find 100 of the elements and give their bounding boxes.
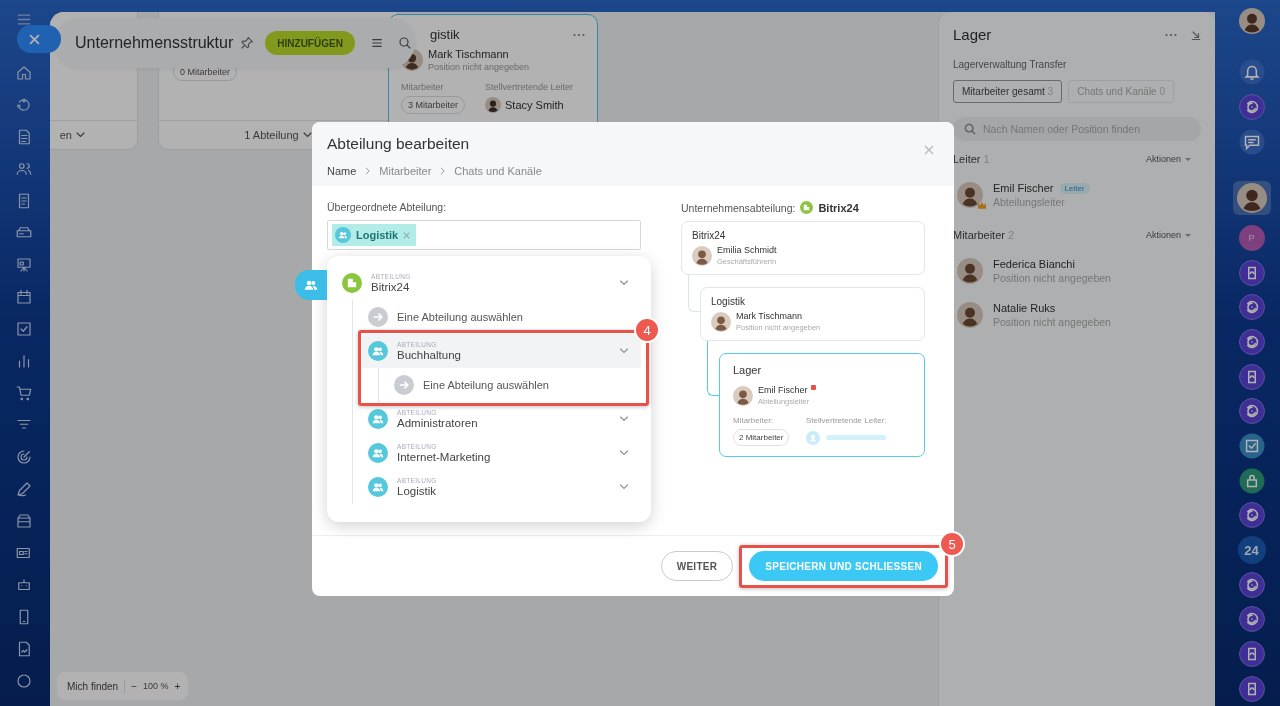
person-name: Mark Tischmann <box>428 48 510 60</box>
more-icon[interactable] <box>573 32 585 37</box>
lock-icon[interactable] <box>1238 467 1265 494</box>
select-department-option[interactable]: Eine Abteilung auswählen <box>388 368 641 402</box>
department-tag[interactable]: Logistik <box>332 224 417 246</box>
close-button[interactable] <box>17 25 61 53</box>
step-number: 5 <box>939 531 965 557</box>
avatar <box>711 311 731 332</box>
panel-subtitle: Lagerverwaltung Transfer <box>953 59 1068 70</box>
field-label: Unternehmensabteilung: <box>681 201 796 214</box>
people-icon <box>335 227 351 243</box>
chevron-icon[interactable] <box>619 280 629 286</box>
avatar <box>485 97 501 113</box>
cycle-icon[interactable] <box>1238 502 1265 529</box>
person-name[interactable]: Emil Fischer <box>993 182 1054 194</box>
cycle-icon[interactable] <box>1238 606 1265 633</box>
people-icon <box>368 477 388 497</box>
step-link[interactable]: Name <box>327 165 357 177</box>
people-icon <box>368 409 388 429</box>
calendar-icon[interactable] <box>15 288 33 306</box>
cycle-icon[interactable] <box>1238 94 1265 120</box>
chevron-icon[interactable] <box>302 132 312 138</box>
building-icon <box>800 201 814 214</box>
box-icon[interactable] <box>15 512 33 530</box>
collapse-icon[interactable] <box>1191 29 1201 40</box>
field-label: Mitarbeiter: <box>733 416 774 425</box>
chevron-icon <box>365 167 371 175</box>
avatar <box>692 245 712 266</box>
presentation-icon[interactable] <box>15 256 33 274</box>
person-position: Abteilungsleiter <box>993 196 1066 208</box>
parent-department-field[interactable]: Logistik <box>327 220 641 250</box>
book-icon[interactable] <box>1238 259 1265 286</box>
step-link[interactable]: Chats und Kanäle <box>454 165 542 177</box>
bell-icon[interactable] <box>1238 59 1265 86</box>
next-button[interactable]: WEITER <box>660 551 734 581</box>
close-icon <box>29 33 40 45</box>
person-position: Position nicht angegeben <box>993 272 1111 284</box>
person-name: Emil Fischer <box>758 385 809 395</box>
subdepartment-toggle[interactable]: 1 Abteilung <box>244 129 299 141</box>
people-icon[interactable] <box>15 160 33 178</box>
avatar <box>733 385 753 406</box>
chevron-icon[interactable] <box>76 132 85 138</box>
people-icon <box>368 443 388 463</box>
cart-icon[interactable] <box>15 384 33 402</box>
building-icon <box>342 273 362 293</box>
person-name: Emilia Schmidt <box>717 245 777 255</box>
home-icon[interactable] <box>15 64 33 82</box>
chevron-icon <box>440 167 446 175</box>
chevron-icon[interactable] <box>619 484 629 490</box>
book-icon[interactable] <box>1238 363 1265 390</box>
checkbox-icon[interactable] <box>15 320 33 338</box>
step-link[interactable]: Mitarbeiter <box>379 165 432 177</box>
zoom-level: 100 % <box>143 681 169 691</box>
company-name: Bitrix24 <box>818 201 859 214</box>
target-icon[interactable] <box>15 448 33 466</box>
search-icon <box>963 122 977 136</box>
field-label: Übergeordnete Abteilung: <box>327 201 448 213</box>
book-icon[interactable] <box>1238 675 1265 702</box>
field-label: Mitarbeiter <box>401 82 445 92</box>
actions-dropdown[interactable]: Aktionen <box>1145 154 1191 164</box>
role-badge: Leiter <box>1059 182 1090 194</box>
app-button[interactable]: 24 <box>1237 536 1266 565</box>
avatar <box>1238 8 1265 34</box>
chat-icon[interactable] <box>1238 128 1265 155</box>
zoom-out-button[interactable]: − <box>131 680 137 692</box>
book-icon[interactable] <box>1238 641 1265 668</box>
person-name[interactable]: Federica Bianchi <box>993 258 1075 270</box>
actions-dropdown[interactable]: Aktionen <box>1145 230 1191 240</box>
cycle-icon[interactable] <box>1238 294 1265 321</box>
crown-icon <box>978 202 986 209</box>
field-label: Stellvertretende Leiter: <box>806 416 888 425</box>
chevron-icon[interactable] <box>619 416 629 422</box>
chevron-icon[interactable] <box>619 450 629 456</box>
pin-icon[interactable] <box>239 35 256 51</box>
avatar <box>1236 182 1267 213</box>
person-position: Position nicht angegeben <box>993 316 1111 328</box>
department-name: Lager <box>733 364 763 376</box>
cycle-icon[interactable] <box>1238 398 1265 425</box>
task-icon[interactable] <box>1238 433 1265 460</box>
person-name: Stacy Smith <box>505 99 564 111</box>
person-name: Mark Tischmann <box>736 311 804 321</box>
add-button[interactable]: HINZUFÜGEN <box>265 31 355 55</box>
step-number: 4 <box>634 317 660 343</box>
panel-title: Lager <box>953 26 993 43</box>
more-icon[interactable] <box>1165 32 1177 37</box>
loading-bar <box>826 435 886 440</box>
find-me-button[interactable]: Mich finden <box>67 680 119 692</box>
cycle-icon[interactable] <box>1238 571 1265 598</box>
person-position: Position nicht angegeben <box>428 62 530 72</box>
department-name: gistik <box>430 27 461 42</box>
people-icon <box>368 341 388 361</box>
pencil-icon[interactable] <box>15 480 33 498</box>
zoom-in-button[interactable]: + <box>174 680 181 692</box>
person-name[interactable]: Natalie Ruks <box>993 302 1056 314</box>
department-name: Logistik <box>711 296 746 307</box>
cycle-icon[interactable] <box>1238 329 1265 356</box>
subdepartment-toggle[interactable]: en <box>59 129 72 141</box>
cycle-icon[interactable] <box>15 96 33 114</box>
search-icon[interactable] <box>396 35 413 51</box>
user-placeholder-icon <box>806 430 820 445</box>
